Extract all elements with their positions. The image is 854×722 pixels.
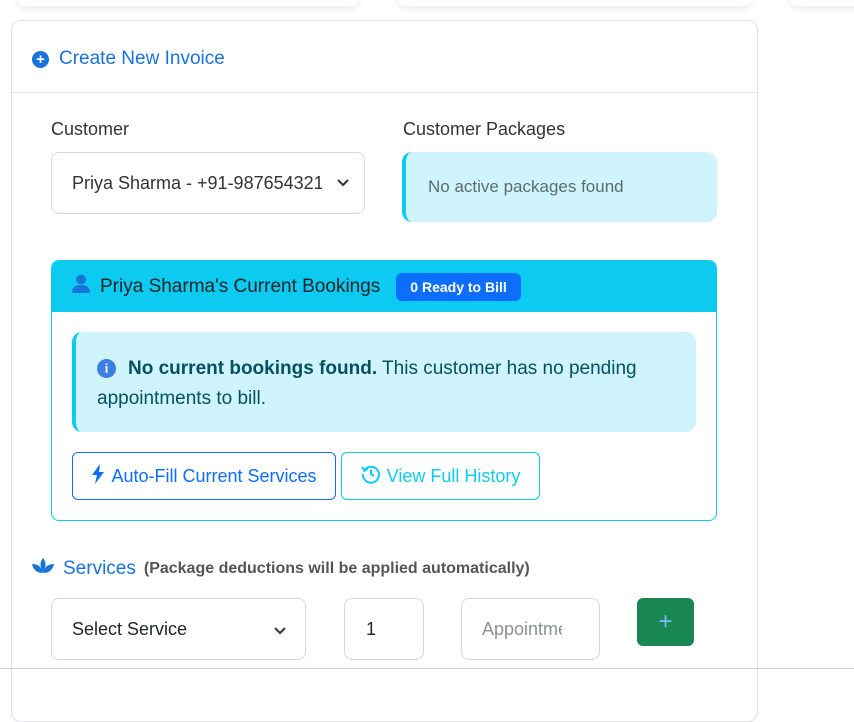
quantity-input[interactable]: 1 — [344, 598, 424, 660]
chevron-down-icon — [336, 173, 350, 194]
no-bookings-bold: No current bookings found. — [128, 358, 378, 379]
bookings-title: Priya Sharma's Current Bookings — [100, 275, 381, 297]
card-title-text: Create New Invoice — [59, 48, 225, 69]
customer-select-value: Priya Sharma - +91-9876543210 — [72, 172, 322, 193]
previous-card-edge-right — [790, 0, 854, 6]
user-icon — [72, 274, 90, 299]
no-bookings-alert: i No current bookings found. This custome… — [72, 332, 696, 432]
window-bottom-divider — [0, 668, 854, 669]
appointment-placeholder: Appointment — [482, 618, 562, 639]
previous-card-edge-left — [18, 0, 358, 6]
info-icon: i — [97, 359, 116, 378]
services-heading: Services (Package deductions will be app… — [31, 556, 530, 581]
chevron-down-icon — [273, 621, 287, 642]
plus-circle-icon: + — [32, 50, 49, 68]
packages-empty-text: No active packages found — [428, 177, 624, 196]
plus-icon: + — [658, 608, 673, 635]
view-history-button[interactable]: View Full History — [341, 452, 540, 500]
add-service-button[interactable]: + — [637, 598, 694, 646]
services-title: Services — [63, 557, 136, 579]
card-header: + Create New Invoice — [12, 21, 757, 93]
services-note: (Package deductions will be applied auto… — [143, 559, 530, 577]
packages-label: Customer Packages — [403, 119, 566, 139]
bookings-header: Priya Sharma's Current Bookings 0 Ready … — [52, 261, 716, 312]
bolt-icon — [91, 463, 105, 489]
spa-icon — [31, 556, 55, 581]
service-select-value: Select Service — [72, 618, 188, 639]
view-history-label: View Full History — [386, 465, 521, 486]
appointment-input[interactable]: Appointment — [461, 598, 600, 660]
customer-select[interactable]: Priya Sharma - +91-9876543210 — [51, 152, 365, 214]
history-icon — [360, 464, 381, 489]
quantity-value: 1 — [366, 618, 377, 639]
auto-fill-label: Auto-Fill Current Services — [111, 465, 317, 486]
packages-empty-alert: No active packages found — [402, 152, 717, 222]
auto-fill-button[interactable]: Auto-Fill Current Services — [72, 452, 336, 500]
ready-to-bill-badge: 0 Ready to Bill — [396, 272, 521, 301]
previous-card-edge-middle — [398, 0, 752, 6]
card-title: + Create New Invoice — [32, 48, 225, 70]
service-select[interactable]: Select Service — [51, 598, 306, 660]
customer-label: Customer — [51, 119, 130, 139]
